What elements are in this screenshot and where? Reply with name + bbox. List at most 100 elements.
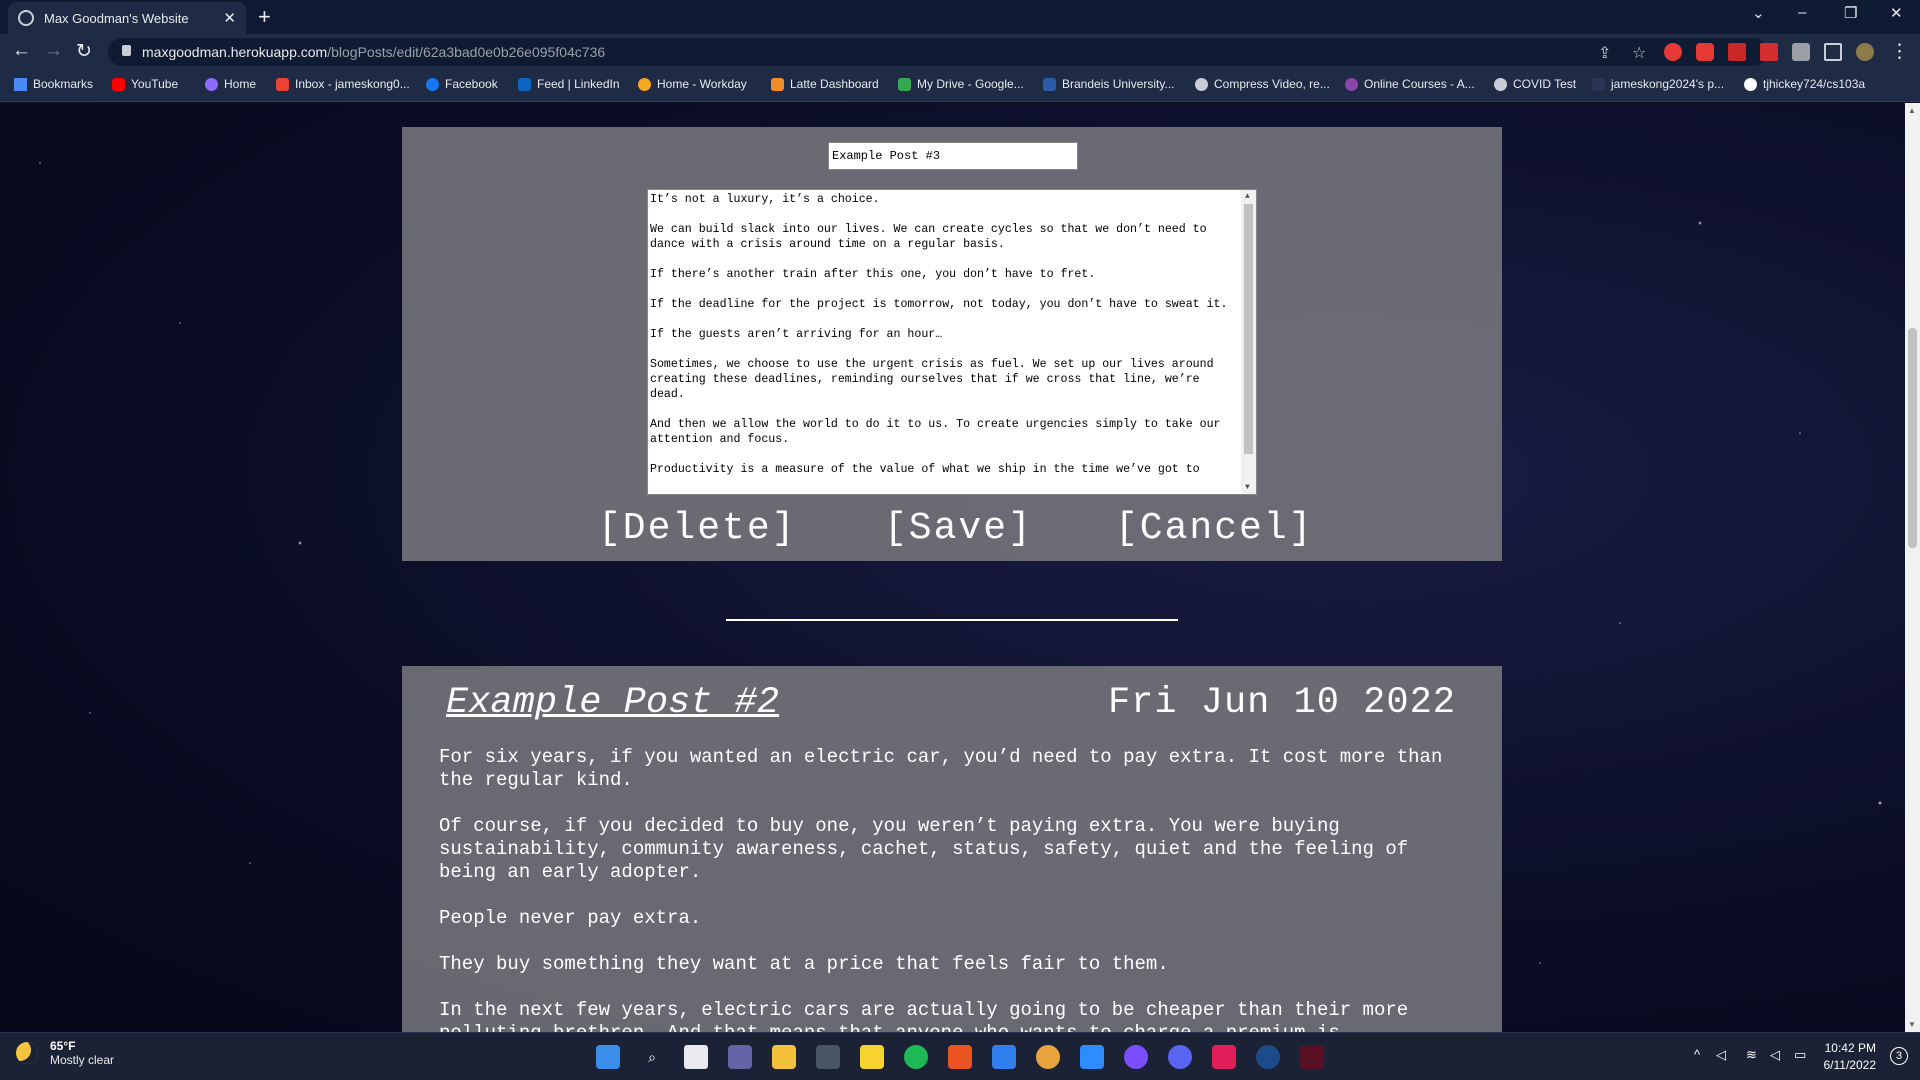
notification-badge[interactable]: 3 — [1890, 1047, 1908, 1065]
browser-tab[interactable]: Max Goodman's Website ✕ — [8, 2, 246, 34]
file-explorer-icon[interactable] — [772, 1045, 796, 1069]
page-scroll-thumb[interactable] — [1908, 328, 1917, 548]
chrome-icon[interactable] — [1036, 1045, 1060, 1069]
zoom-icon[interactable] — [1080, 1045, 1104, 1069]
windows-start-icon[interactable] — [596, 1045, 620, 1069]
bookmark-item[interactable]: tjhickey724/cs103a — [1744, 77, 1865, 91]
taskbar: 65°F Mostly clear ⌕ ^ ◁ ≋ ◁ ▭ 10:42 PM 6… — [0, 1032, 1920, 1080]
courses-icon — [1345, 77, 1358, 91]
tp-extension-icon[interactable] — [1728, 43, 1746, 61]
bookmark-item[interactable]: Facebook — [426, 77, 498, 91]
messenger-icon[interactable] — [1124, 1045, 1148, 1069]
bookmark-item[interactable]: YouTube — [112, 77, 178, 91]
moon-icon — [205, 77, 218, 91]
close-window-button[interactable]: ✕ — [1890, 4, 1903, 22]
weather-temperature: 65°F — [50, 1039, 76, 1053]
textarea-scrollbar[interactable]: ▲ ▼ — [1241, 190, 1256, 494]
blog-post-card: Example Post #2 Fri Jun 10 2022 For six … — [402, 666, 1502, 1032]
page-scrollbar[interactable]: ▲ ▼ — [1905, 103, 1920, 1032]
wifi-icon[interactable]: ≋ — [1746, 1047, 1757, 1063]
scroll-up-arrow-icon[interactable]: ▲ — [1245, 192, 1250, 201]
compress-icon — [1195, 77, 1208, 91]
url-text: maxgoodman.herokuapp.com/blogPosts/edit/… — [142, 44, 606, 60]
slack-icon[interactable] — [1212, 1045, 1236, 1069]
vscode-icon[interactable] — [992, 1045, 1016, 1069]
scroll-up-arrow-icon[interactable]: ▲ — [1908, 106, 1916, 115]
ubuntu-icon[interactable] — [948, 1045, 972, 1069]
bookmark-item[interactable]: Home — [205, 77, 256, 91]
task-view-icon[interactable] — [684, 1045, 708, 1069]
latte-icon — [771, 77, 784, 91]
new-tab-button[interactable]: + — [258, 4, 271, 30]
textarea-scroll-thumb[interactable] — [1244, 204, 1253, 454]
bookmark-item[interactable]: COVID Test — [1494, 77, 1576, 91]
reload-button[interactable]: ↻ — [76, 40, 92, 63]
scroll-down-arrow-icon[interactable]: ▼ — [1908, 1020, 1916, 1029]
post-body-textarea[interactable]: It’s not a luxury, it’s a choice. We can… — [647, 189, 1257, 495]
chevron-up-icon[interactable]: ^ — [1694, 1047, 1700, 1062]
speaker-icon[interactable]: ◁ — [1716, 1047, 1726, 1063]
system-clock[interactable]: 10:42 PM 6/11/2022 — [1824, 1040, 1877, 1074]
lock-icon — [122, 45, 131, 56]
workday-icon — [638, 77, 651, 91]
section-divider — [726, 619, 1178, 621]
scroll-down-arrow-icon[interactable]: ▼ — [1245, 483, 1250, 492]
bookmark-item[interactable]: Latte Dashboard — [771, 77, 879, 91]
facebook-icon — [426, 77, 439, 91]
youtube-icon — [112, 77, 125, 91]
post-date: Fri Jun 10 2022 — [1107, 682, 1456, 724]
address-bar[interactable]: maxgoodman.herokuapp.com/blogPosts/edit/… — [108, 38, 1768, 66]
steam-icon[interactable] — [1256, 1045, 1280, 1069]
teams-chat-icon[interactable] — [728, 1045, 752, 1069]
tab-title: Max Goodman's Website — [44, 10, 189, 26]
restore-button[interactable]: ❐ — [1844, 4, 1857, 22]
minimize-button[interactable]: – — [1798, 4, 1806, 21]
bookmark-item[interactable]: Online Courses - A... — [1345, 77, 1475, 91]
post-title-link[interactable]: Example Post #2 — [446, 682, 779, 724]
bookmark-star-icon[interactable]: ☆ — [1632, 43, 1646, 63]
globe-icon — [18, 10, 34, 26]
star-icon — [14, 77, 27, 91]
pen-extension-icon[interactable] — [1760, 43, 1778, 61]
brandeis-icon — [1043, 77, 1056, 91]
sticky-notes-icon[interactable] — [860, 1045, 884, 1069]
bookmark-item[interactable]: Home - Workday — [638, 77, 747, 91]
linkedin-icon — [518, 77, 531, 91]
extensions-puzzle-icon[interactable] — [1792, 43, 1810, 61]
close-tab-icon[interactable]: ✕ — [223, 9, 236, 27]
battery-icon[interactable]: ▭ — [1794, 1047, 1806, 1063]
app-icon[interactable] — [816, 1045, 840, 1069]
bookmark-item[interactable]: Bookmarks — [14, 77, 93, 91]
bookmark-item[interactable]: Inbox - jameskong0... — [276, 77, 410, 91]
delete-button[interactable]: [Delete] — [598, 507, 796, 550]
share-icon[interactable]: ⇪ — [1598, 43, 1611, 63]
post-body-text[interactable]: It’s not a luxury, it’s a choice. We can… — [650, 192, 1238, 492]
edit-post-card: It’s not a luxury, it’s a choice. We can… — [402, 127, 1502, 561]
weather-condition: Mostly clear — [50, 1053, 115, 1067]
bookmark-item[interactable]: Brandeis University... — [1043, 77, 1174, 91]
globe-icon — [1494, 77, 1507, 91]
discord-icon[interactable] — [1168, 1045, 1192, 1069]
profile-avatar[interactable] — [1856, 43, 1874, 61]
volume-icon[interactable]: ◁ — [1770, 1047, 1780, 1063]
weather-widget[interactable]: 65°F Mostly clear — [16, 1039, 114, 1067]
valorant-icon[interactable] — [1300, 1045, 1324, 1069]
bookmark-item[interactable]: My Drive - Google... — [898, 77, 1024, 91]
forward-button[interactable]: → — [44, 40, 63, 62]
menu-kebab-icon[interactable]: ⋮ — [1890, 40, 1909, 63]
back-button[interactable]: ← — [12, 40, 31, 62]
post-title-input[interactable] — [828, 142, 1078, 170]
cancel-button[interactable]: [Cancel] — [1115, 507, 1313, 550]
drive-icon — [898, 77, 911, 91]
side-panel-icon[interactable] — [1824, 43, 1842, 61]
ublock-icon[interactable] — [1664, 43, 1682, 61]
bookmark-item[interactable]: Feed | LinkedIn — [518, 77, 620, 91]
search-icon[interactable]: ⌕ — [640, 1045, 664, 1069]
save-button[interactable]: [Save] — [884, 507, 1033, 550]
tab-search-icon[interactable]: ⌄ — [1752, 4, 1765, 22]
bookmark-item[interactable]: jameskong2024's p... — [1592, 77, 1724, 91]
bookmark-item[interactable]: Compress Video, re... — [1195, 77, 1330, 91]
lastpass-icon[interactable] — [1696, 43, 1714, 61]
spotify-icon[interactable] — [904, 1045, 928, 1069]
moon-weather-icon — [16, 1042, 38, 1064]
